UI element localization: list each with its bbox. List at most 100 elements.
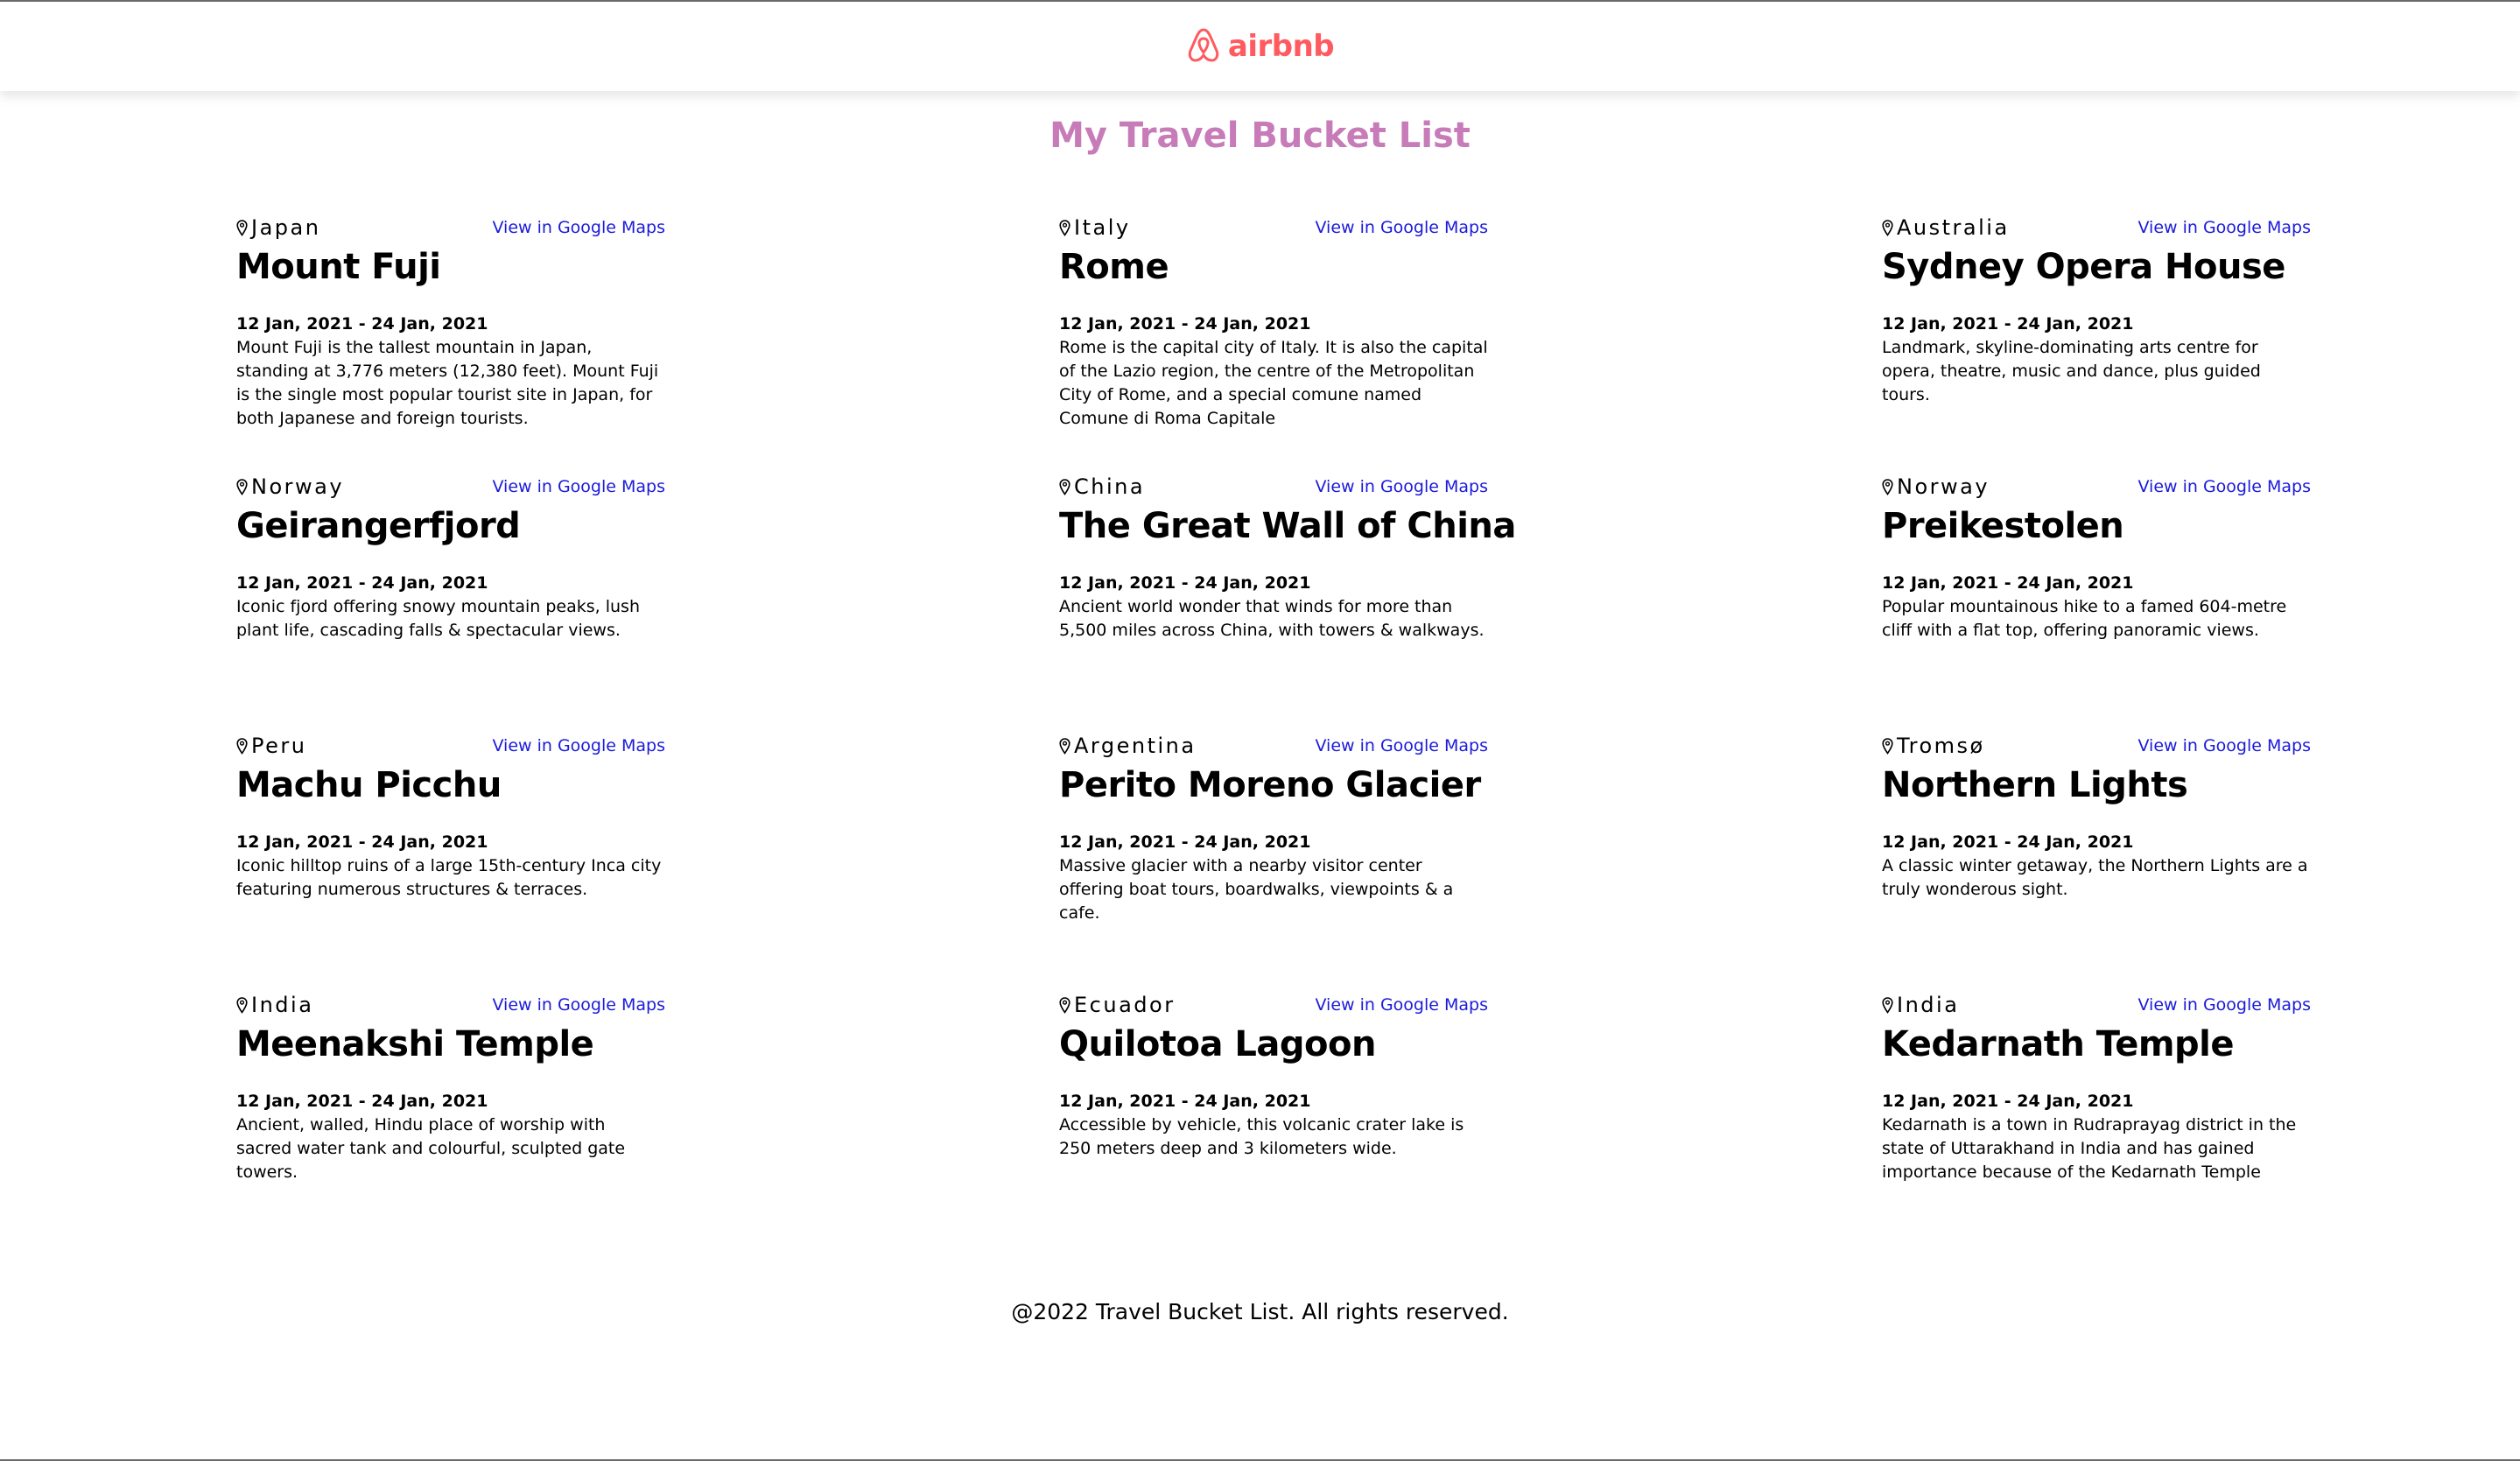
location-pin-icon bbox=[1882, 219, 1893, 236]
destination-description: Accessible by vehicle, this volcanic cra… bbox=[1059, 1115, 1464, 1158]
destination-title: Mount Fuji bbox=[236, 247, 441, 287]
destination-card: India View in Google Maps Kedarnath Temple… bbox=[1882, 992, 2311, 1251]
trip-dates: 12 Jan, 2021 - 24 Jan, 2021 bbox=[236, 314, 488, 334]
trip-dates: 12 Jan, 2021 - 24 Jan, 2021 bbox=[1059, 832, 1311, 852]
view-in-google-maps-link[interactable]: View in Google Maps bbox=[492, 736, 665, 755]
destination-title: Quilotoa Lagoon bbox=[1059, 1024, 1376, 1064]
view-in-google-maps-link[interactable]: View in Google Maps bbox=[492, 995, 665, 1015]
view-in-google-maps-link[interactable]: View in Google Maps bbox=[492, 218, 665, 237]
destination-description: Popular mountainous hike to a famed 604-… bbox=[1882, 597, 2287, 640]
location-pin-icon bbox=[236, 478, 248, 495]
view-in-google-maps-link[interactable]: View in Google Maps bbox=[2137, 995, 2311, 1015]
location: Italy bbox=[1059, 215, 1131, 240]
location: Norway bbox=[1882, 474, 1990, 499]
view-in-google-maps-link[interactable]: View in Google Maps bbox=[492, 477, 665, 496]
destination-card: Norway View in Google Maps Preikestolen 12 … bbox=[1882, 474, 2311, 733]
footer-copyright: @2022 Travel Bucket List. All rights res… bbox=[1011, 1299, 1509, 1324]
destination-card: Peru View in Google Maps Machu Picchu 12 Ja… bbox=[236, 733, 665, 992]
country-label: Japan bbox=[251, 215, 321, 240]
trip-dates: 12 Jan, 2021 - 24 Jan, 2021 bbox=[236, 573, 488, 593]
destination-description: Landmark, skyline-dominating arts centre… bbox=[1882, 338, 2261, 404]
destination-card: Ecuador View in Google Maps Quilotoa Lagoo… bbox=[1059, 992, 1488, 1251]
location-pin-icon bbox=[1059, 219, 1070, 236]
card-header: Argentina View in Google Maps bbox=[1059, 733, 1488, 759]
country-label: Argentina bbox=[1074, 734, 1197, 758]
view-in-google-maps-link[interactable]: View in Google Maps bbox=[1315, 218, 1488, 237]
location-pin-icon bbox=[1059, 996, 1070, 1014]
view-in-google-maps-link[interactable]: View in Google Maps bbox=[2137, 218, 2311, 237]
card-header: Peru View in Google Maps bbox=[236, 733, 665, 759]
destination-title: Machu Picchu bbox=[236, 765, 502, 805]
card-header: India View in Google Maps bbox=[1882, 992, 2311, 1018]
location-pin-icon bbox=[1882, 737, 1893, 755]
country-label: Australia bbox=[1897, 215, 2010, 240]
airbnb-logo-icon bbox=[1186, 25, 1221, 68]
card-header: China View in Google Maps bbox=[1059, 474, 1488, 500]
destination-card: Norway View in Google Maps Geirangerfjord 1… bbox=[236, 474, 665, 733]
view-in-google-maps-link[interactable]: View in Google Maps bbox=[2137, 736, 2311, 755]
airbnb-logo[interactable]: airbnb bbox=[1186, 25, 1335, 68]
country-label: Ecuador bbox=[1074, 993, 1176, 1017]
destination-card: India View in Google Maps Meenakshi Temple… bbox=[236, 992, 665, 1251]
trip-dates: 12 Jan, 2021 - 24 Jan, 2021 bbox=[1059, 573, 1311, 593]
trip-dates: 12 Jan, 2021 - 24 Jan, 2021 bbox=[1882, 1092, 2134, 1111]
bucket-list-grid: Japan View in Google Maps Mount Fuji 12 Jan… bbox=[236, 214, 2313, 1221]
trip-dates: 12 Jan, 2021 - 24 Jan, 2021 bbox=[236, 1092, 488, 1111]
location: Norway bbox=[236, 474, 344, 499]
country-label: China bbox=[1074, 474, 1146, 499]
view-in-google-maps-link[interactable]: View in Google Maps bbox=[1315, 477, 1488, 496]
destination-card: Australia View in Google Maps Sydney Opera… bbox=[1882, 214, 2311, 474]
country-label: India bbox=[251, 993, 314, 1017]
country-label: Norway bbox=[251, 474, 345, 499]
destination-description: Ancient world wonder that winds for more… bbox=[1059, 597, 1485, 640]
location-pin-icon bbox=[1882, 996, 1893, 1014]
card-header: Italy View in Google Maps bbox=[1059, 214, 1488, 241]
location: Ecuador bbox=[1059, 993, 1176, 1017]
destination-card: China View in Google Maps The Great Wall o… bbox=[1059, 474, 1516, 733]
page-title: My Travel Bucket List bbox=[1049, 116, 1471, 156]
destination-title: Meenakshi Temple bbox=[236, 1024, 594, 1064]
country-label: Norway bbox=[1897, 474, 1990, 499]
location-pin-icon bbox=[236, 996, 248, 1014]
card-header: Norway View in Google Maps bbox=[236, 474, 665, 500]
destination-description: Ancient, walled, Hindu place of worship … bbox=[236, 1115, 626, 1182]
card-header: Norway View in Google Maps bbox=[1882, 474, 2311, 500]
destination-title: Kedarnath Temple bbox=[1882, 1024, 2235, 1064]
card-header: India View in Google Maps bbox=[236, 992, 665, 1018]
destination-description: Massive glacier with a nearby visitor ce… bbox=[1059, 856, 1454, 923]
destination-description: Mount Fuji is the tallest mountain in Ja… bbox=[236, 338, 659, 428]
trip-dates: 12 Jan, 2021 - 24 Jan, 2021 bbox=[1882, 832, 2134, 852]
location: Argentina bbox=[1059, 734, 1197, 758]
location: India bbox=[1882, 993, 1959, 1017]
location: India bbox=[236, 993, 313, 1017]
destination-title: Perito Moreno Glacier bbox=[1059, 765, 1481, 805]
location-pin-icon bbox=[1059, 478, 1070, 495]
destination-title: Sydney Opera House bbox=[1882, 247, 2285, 287]
destination-title: Rome bbox=[1059, 247, 1169, 287]
card-header: Tromsø View in Google Maps bbox=[1882, 733, 2311, 759]
view-in-google-maps-link[interactable]: View in Google Maps bbox=[1315, 995, 1488, 1015]
destination-title: Geirangerfjord bbox=[236, 506, 521, 546]
location: Australia bbox=[1882, 215, 2010, 240]
trip-dates: 12 Jan, 2021 - 24 Jan, 2021 bbox=[1882, 573, 2134, 593]
location-pin-icon bbox=[236, 737, 248, 755]
destination-description: Rome is the capital city of Italy. It is… bbox=[1059, 338, 1488, 428]
navbar: airbnb bbox=[0, 2, 2520, 91]
destination-description: Iconic fjord offering snowy mountain pea… bbox=[236, 597, 640, 640]
country-label: India bbox=[1897, 993, 1960, 1017]
destination-title: Northern Lights bbox=[1882, 765, 2188, 805]
country-label: Tromsø bbox=[1897, 734, 1985, 758]
location: Peru bbox=[236, 734, 306, 758]
location-pin-icon bbox=[236, 219, 248, 236]
trip-dates: 12 Jan, 2021 - 24 Jan, 2021 bbox=[1059, 1092, 1311, 1111]
destination-card: Italy View in Google Maps Rome 12 Jan, 2021… bbox=[1059, 214, 1488, 474]
card-header: Japan View in Google Maps bbox=[236, 214, 665, 241]
card-header: Ecuador View in Google Maps bbox=[1059, 992, 1488, 1018]
view-in-google-maps-link[interactable]: View in Google Maps bbox=[2137, 477, 2311, 496]
trip-dates: 12 Jan, 2021 - 24 Jan, 2021 bbox=[1882, 314, 2134, 334]
country-label: Peru bbox=[251, 734, 307, 758]
destination-title: Preikestolen bbox=[1882, 506, 2124, 546]
view-in-google-maps-link[interactable]: View in Google Maps bbox=[1315, 736, 1488, 755]
destination-title: The Great Wall of China bbox=[1059, 506, 1516, 546]
trip-dates: 12 Jan, 2021 - 24 Jan, 2021 bbox=[1059, 314, 1311, 334]
